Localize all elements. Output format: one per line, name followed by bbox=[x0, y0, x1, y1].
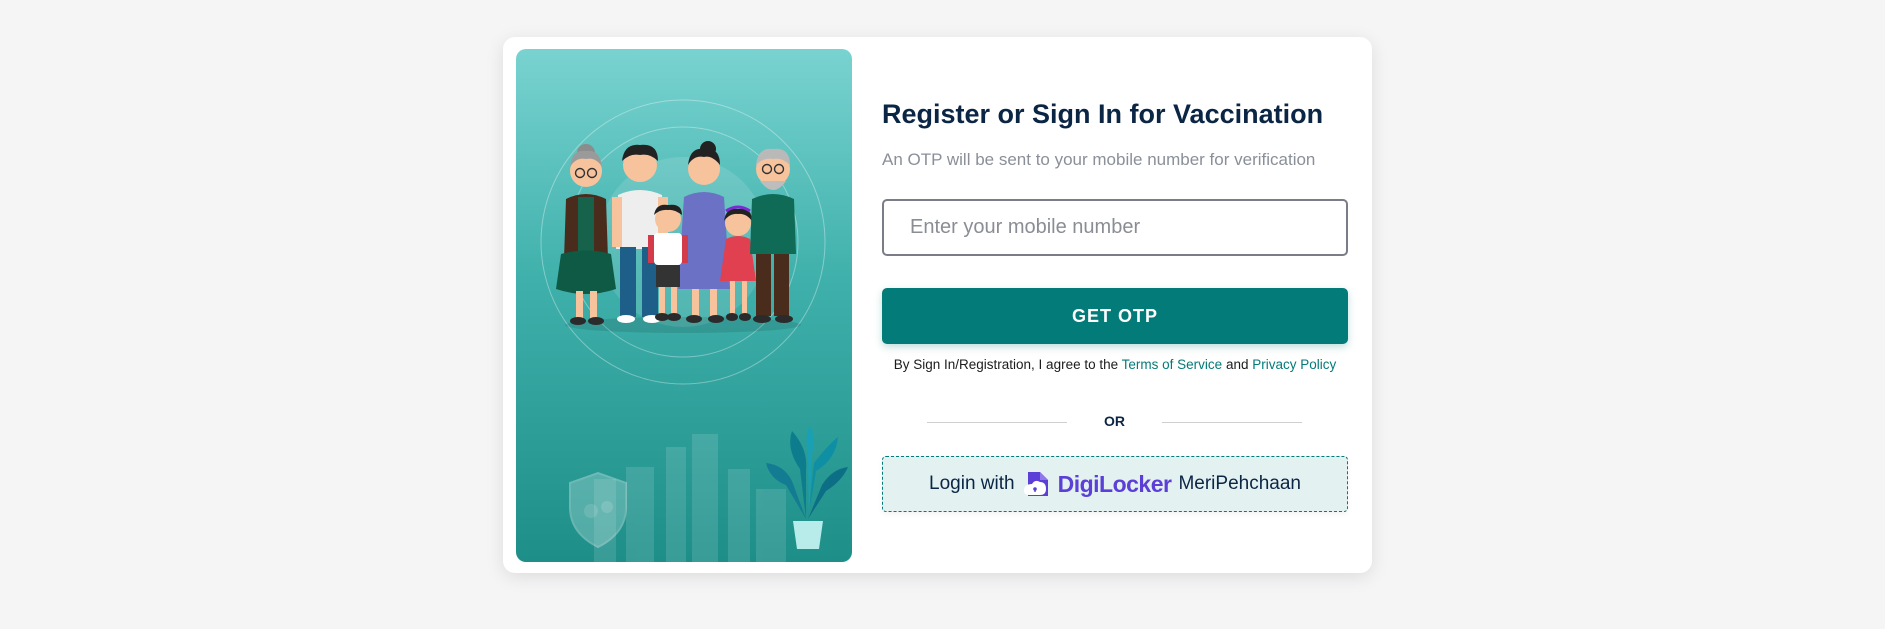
page-title: Register or Sign In for Vaccination bbox=[882, 99, 1324, 129]
get-otp-button[interactable]: GET OTP bbox=[882, 288, 1348, 344]
digilocker-name: DigiLocker bbox=[1057, 470, 1172, 497]
digilocker-prefix: Login with bbox=[929, 473, 1015, 494]
digilocker-logo-icon bbox=[1022, 469, 1052, 499]
divider-line-right bbox=[1162, 422, 1302, 423]
shield-icon bbox=[569, 471, 627, 549]
family-illustration-panel bbox=[516, 49, 852, 562]
mobile-number-input[interactable] bbox=[882, 199, 1348, 256]
terms-notice: By Sign In/Registration, I agree to the … bbox=[882, 357, 1348, 372]
terms-and-text: and bbox=[1225, 357, 1249, 372]
terms-prefix: By Sign In/Registration, I agree to the bbox=[893, 357, 1119, 372]
family-illustration bbox=[540, 99, 848, 562]
login-card: Register or Sign In for Vaccination An O… bbox=[503, 37, 1372, 573]
otp-info-text: An OTP will be sent to your mobile numbe… bbox=[882, 150, 1316, 169]
privacy-policy-link[interactable]: Privacy Policy bbox=[1252, 357, 1336, 372]
meripehchaan-text: MeriPehchaan bbox=[1178, 473, 1301, 494]
login-form: Register or Sign In for Vaccination An O… bbox=[882, 37, 1348, 573]
or-divider: OR bbox=[927, 412, 1302, 432]
or-label: OR bbox=[1104, 413, 1125, 429]
terms-of-service-link[interactable]: Terms of Service bbox=[1122, 357, 1223, 372]
digilocker-login-button[interactable]: Login with DigiLocker MeriPehchaan bbox=[882, 456, 1348, 512]
